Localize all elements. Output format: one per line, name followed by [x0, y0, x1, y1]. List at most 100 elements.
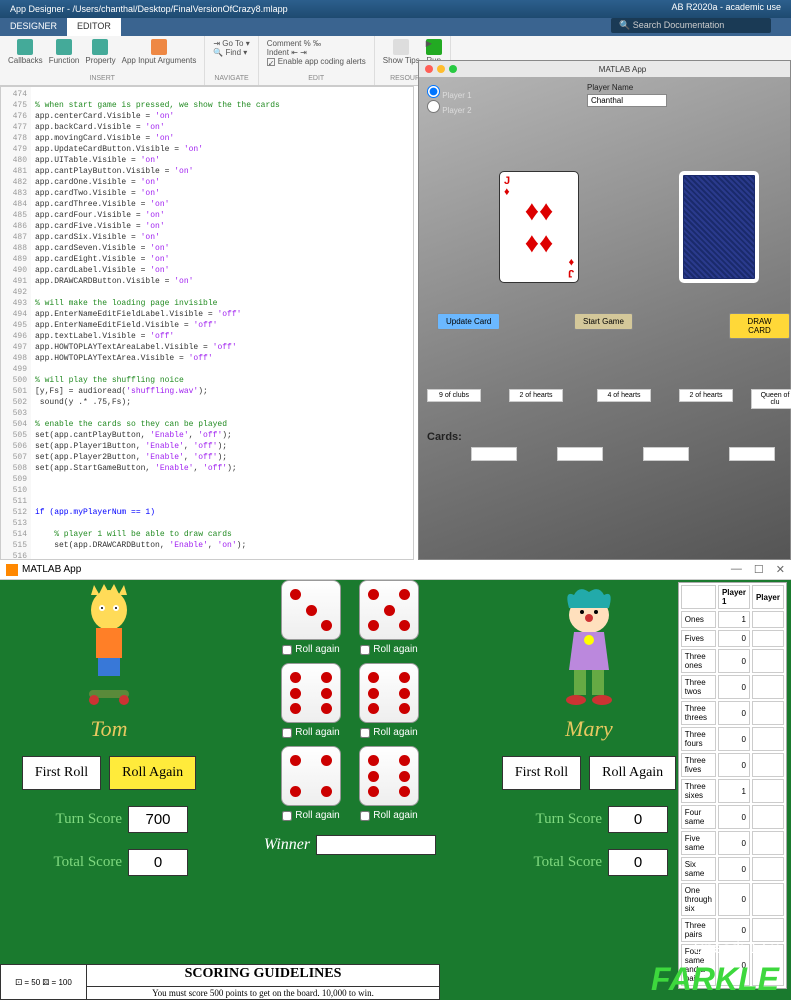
card-label-2: 2 of hearts: [509, 389, 563, 402]
goto-button[interactable]: ⇥ Go To ▾: [213, 39, 249, 48]
card-slot-1[interactable]: [471, 447, 517, 461]
table-row: Six same0: [681, 857, 784, 881]
player-name-input[interactable]: [587, 94, 667, 107]
player2-radio[interactable]: Player 2: [427, 100, 472, 115]
tab-editor[interactable]: EDITOR: [67, 18, 121, 36]
roll-again-checkbox-6[interactable]: Roll again: [360, 810, 417, 821]
scoring-rule: You must score 500 points to get on the …: [87, 987, 439, 999]
player-left-avatar: [64, 580, 154, 710]
search-documentation-input[interactable]: 🔍 Search Documentation: [611, 18, 771, 33]
farkle-title: MATLAB App: [22, 564, 81, 575]
player-right-avatar: [544, 580, 634, 710]
roll-again-checkbox-4[interactable]: Roll again: [360, 727, 417, 738]
minimize-button[interactable]: —: [731, 563, 742, 576]
first-roll-button-right[interactable]: First Roll: [502, 756, 581, 790]
turn-score-value-left: 700: [128, 806, 188, 833]
winner-label: Winner: [264, 836, 310, 854]
card-label-5: Queen of clu: [751, 389, 791, 409]
code-text[interactable]: % when start game is pressed, we show th…: [33, 87, 413, 560]
close-icon[interactable]: [425, 65, 433, 73]
deck-card-back[interactable]: [679, 171, 759, 283]
speed-label: Speed: 1.5x: [694, 940, 779, 958]
property-button[interactable]: Property: [85, 39, 115, 65]
callbacks-button[interactable]: Callbacks: [8, 39, 43, 65]
card-label-1: 9 of clubs: [427, 389, 481, 402]
turn-score-label-right: Turn Score: [510, 811, 602, 828]
player-name-label: Player Name: [587, 83, 667, 92]
group-navigate-label: NAVIGATE: [213, 75, 249, 82]
player-left-panel: Tom First Roll Roll Again Turn Score 700…: [4, 580, 214, 950]
table-header-p2: Player: [752, 585, 784, 609]
die-2[interactable]: Roll again: [359, 580, 419, 663]
scoring-guidelines-panel: ⚀ = 50 ⚄ = 100 SCORING GUIDELINES You mu…: [0, 964, 440, 1000]
table-row: Three threes0: [681, 701, 784, 725]
total-score-label-left: Total Score: [30, 854, 122, 871]
start-game-button[interactable]: Start Game: [574, 313, 633, 330]
find-button[interactable]: 🔍 Find ▾: [213, 48, 249, 57]
farkle-app-window: MATLAB App — ☐ ✕ Tom First Roll Roll Aga…: [0, 560, 791, 1000]
player-name-group: Player Name: [587, 83, 667, 107]
code-editor[interactable]: 474 475 476 477 478 479 480 481 482 483 …: [0, 86, 414, 560]
app-input-button[interactable]: App Input Arguments: [122, 39, 197, 65]
turn-score-value-right: 0: [608, 806, 668, 833]
enable-alerts-checkbox[interactable]: ✓Enable app coding alerts: [267, 57, 366, 66]
table-row: Three fives0: [681, 753, 784, 777]
tab-designer[interactable]: DESIGNER: [0, 18, 67, 36]
die-3[interactable]: Roll again: [281, 663, 341, 746]
minimize-icon[interactable]: [437, 65, 445, 73]
card-game-app-window: MATLAB App Player 1 Player 2 Player Name…: [418, 60, 791, 560]
score-table[interactable]: Player 1 Player Ones1Fives0Three ones0Th…: [678, 582, 787, 989]
card-label-3: 4 of hearts: [597, 389, 651, 402]
table-header-p1: Player 1: [718, 585, 750, 609]
maximize-button[interactable]: ☐: [754, 563, 764, 576]
table-row: Four same0: [681, 805, 784, 829]
player-right-name: Mary: [484, 716, 694, 742]
card-slot-3[interactable]: [643, 447, 689, 461]
first-roll-button-left[interactable]: First Roll: [22, 756, 101, 790]
total-score-value-right: 0: [608, 849, 668, 876]
player-right-panel: Mary First Roll Roll Again Turn Score 0 …: [484, 580, 694, 950]
function-button[interactable]: Function: [49, 39, 80, 65]
player-select-group: Player 1 Player 2: [427, 85, 472, 115]
cards-label: Cards:: [427, 431, 462, 443]
player1-radio[interactable]: Player 1: [427, 85, 472, 100]
die-1[interactable]: Roll again: [281, 580, 341, 663]
maximize-icon[interactable]: [449, 65, 457, 73]
roll-again-checkbox-1[interactable]: Roll again: [282, 644, 339, 655]
table-row: Ones1: [681, 611, 784, 628]
app-title: MATLAB App: [461, 65, 784, 74]
show-tips-button[interactable]: Show Tips: [383, 39, 420, 65]
winner-field: [316, 835, 436, 855]
draw-card-button[interactable]: DRAW CARD: [729, 313, 790, 339]
roll-again-checkbox-5[interactable]: Roll again: [282, 810, 339, 821]
matlab-version-label: AB R2020a - academic use: [671, 2, 781, 12]
die-6[interactable]: Roll again: [359, 746, 419, 829]
group-insert-label: INSERT: [8, 75, 196, 82]
total-score-value-left: 0: [128, 849, 188, 876]
card-slot-4[interactable]: [729, 447, 775, 461]
close-button[interactable]: ✕: [776, 563, 785, 576]
update-card-button[interactable]: Update Card: [437, 313, 500, 330]
die-4[interactable]: Roll again: [359, 663, 419, 746]
roll-again-checkbox-2[interactable]: Roll again: [360, 644, 417, 655]
card-slot-2[interactable]: [557, 447, 603, 461]
matlab-icon: [6, 564, 18, 576]
player-left-name: Tom: [4, 716, 214, 742]
roll-again-checkbox-3[interactable]: Roll again: [282, 727, 339, 738]
table-row: Five same0: [681, 831, 784, 855]
line-number-gutter: 474 475 476 477 478 479 480 481 482 483 …: [1, 87, 31, 560]
comment-button[interactable]: Comment % ‰: [267, 39, 366, 48]
roll-again-button-left[interactable]: Roll Again: [109, 756, 196, 790]
roll-again-button-right[interactable]: Roll Again: [589, 756, 676, 790]
table-header-blank: [681, 585, 716, 609]
indent-button[interactable]: Indent ⇤ ⇥: [267, 48, 366, 57]
die-5[interactable]: Roll again: [281, 746, 341, 829]
farkle-titlebar: MATLAB App — ☐ ✕: [0, 560, 791, 580]
table-row: Three pairs0: [681, 918, 784, 942]
table-row: Three twos0: [681, 675, 784, 699]
farkle-game-area: Tom First Roll Roll Again Turn Score 700…: [0, 580, 791, 1000]
titlebar-path: App Designer - /Users/chanthal/Desktop/F…: [10, 4, 288, 14]
total-score-label-right: Total Score: [510, 854, 602, 871]
scoring-title: SCORING GUIDELINES: [87, 965, 439, 987]
turn-score-label-left: Turn Score: [30, 811, 122, 828]
